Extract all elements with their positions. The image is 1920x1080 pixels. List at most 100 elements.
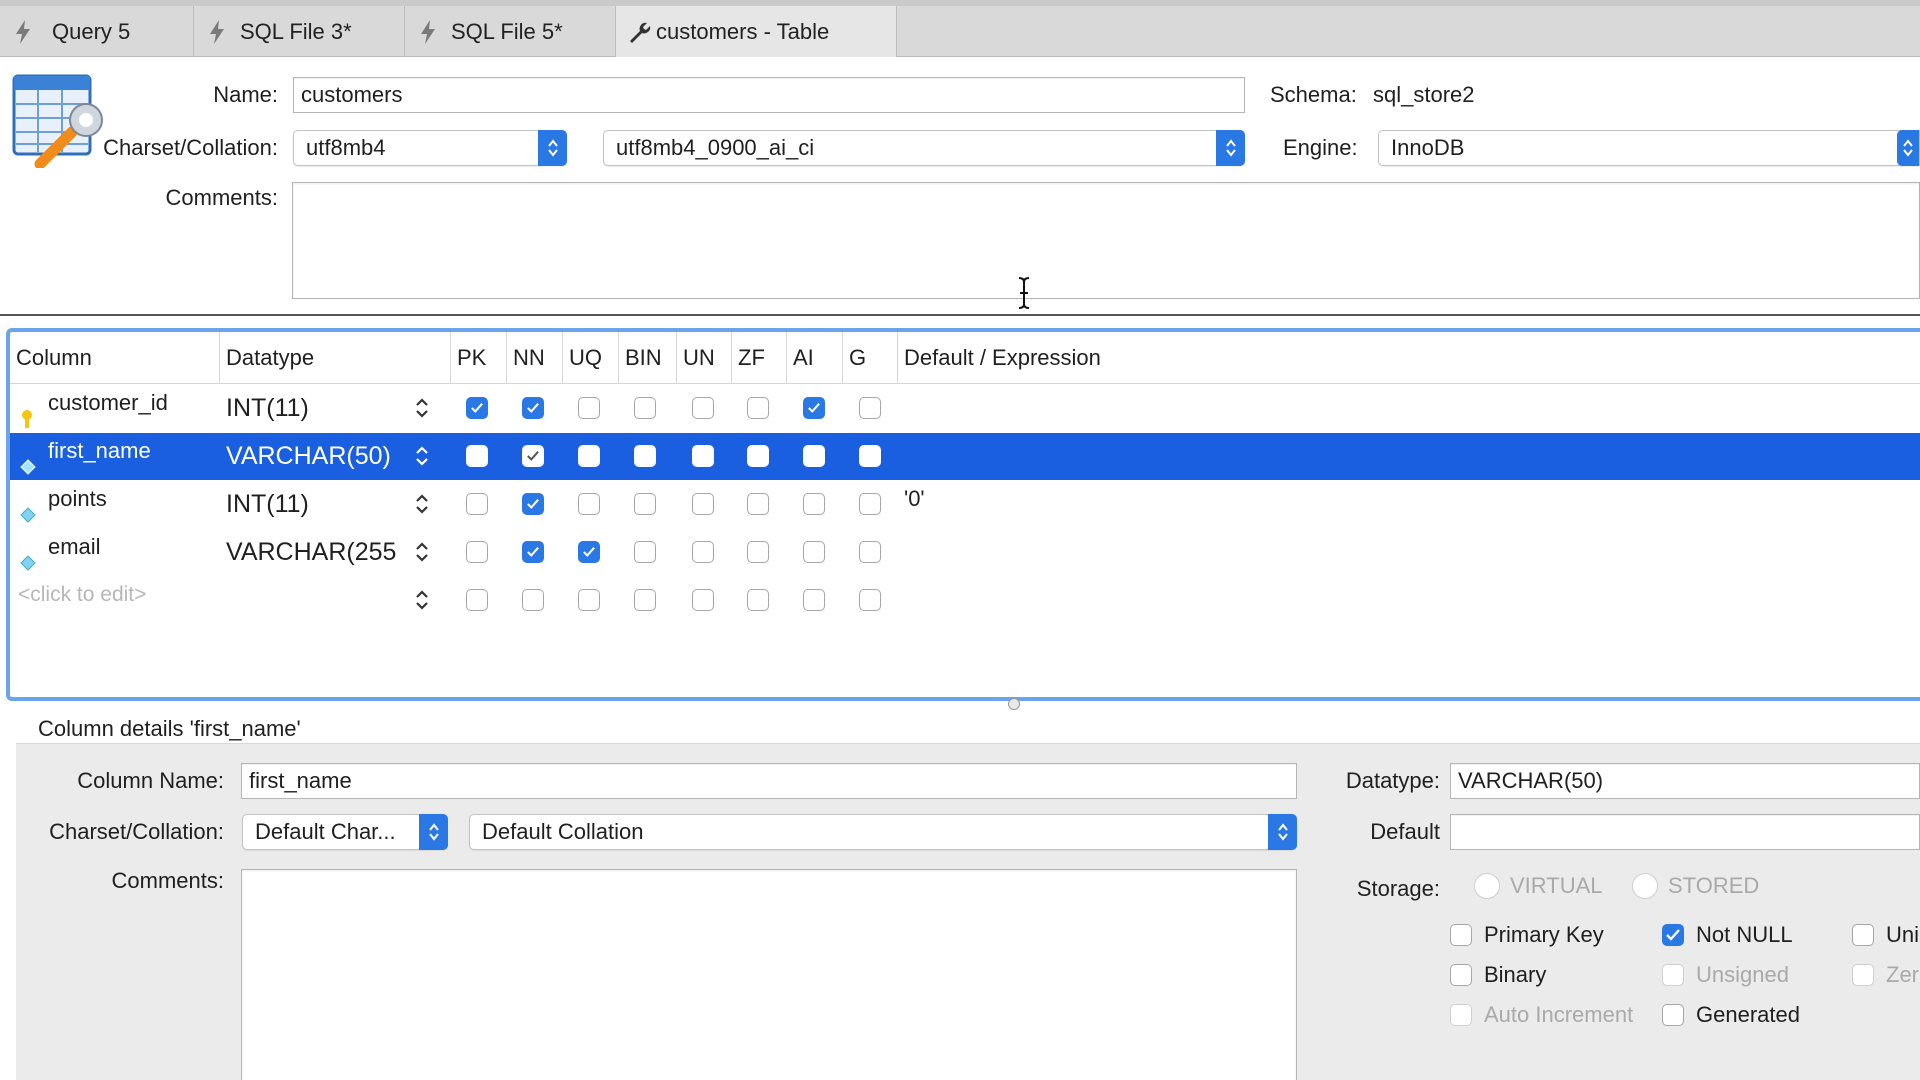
checkbox[interactable] [692,493,714,515]
checkmark-icon[interactable] [522,493,544,515]
table-name-input[interactable]: customers [293,77,1245,113]
checkbox[interactable] [803,541,825,563]
binary-checkbox[interactable]: Binary [1450,962,1546,988]
click-to-edit-placeholder[interactable]: <click to edit> [18,571,146,618]
engine-select[interactable]: InnoDB [1378,130,1920,166]
table-row[interactable]: email VARCHAR(255 [10,529,1920,576]
zerofill-checkbox[interactable]: Zer [1852,962,1919,988]
generated-checkbox[interactable]: Generated [1662,1002,1800,1028]
table-row[interactable]: customer_id INT(11) [10,385,1920,432]
charset-select[interactable]: utf8mb4 [293,130,567,166]
header-zf[interactable]: ZF [732,332,787,384]
datatype-input[interactable]: VARCHAR(50) [1450,763,1920,799]
header-nn[interactable]: NN [507,332,563,384]
tab-label: Query 5 [52,18,131,44]
unique-checkbox[interactable]: Uni [1852,922,1919,948]
checkbox[interactable] [466,445,488,467]
table-comments-textarea[interactable] [292,182,1920,299]
not-null-checkbox[interactable]: Not NULL [1662,922,1793,948]
column-name-cell[interactable]: customer_id [48,379,168,426]
checkmark-icon[interactable] [522,397,544,419]
checkbox[interactable] [692,445,714,467]
checkbox[interactable] [466,541,488,563]
checkbox[interactable] [859,589,881,611]
tab-sql-file-5[interactable]: SQL File 5* [405,6,616,57]
header-ai[interactable]: AI [787,332,843,384]
checkbox[interactable] [803,589,825,611]
tab-customers-table[interactable]: customers - Table [616,6,897,57]
details-charset-select[interactable]: Default Char... [242,814,448,850]
details-collation-select[interactable]: Default Collation [469,814,1297,850]
checkbox[interactable] [859,445,881,467]
header-uq[interactable]: UQ [563,332,619,384]
storage-stored-radio[interactable]: STORED [1632,873,1759,899]
datatype-updown-icon[interactable] [414,491,430,517]
default-input[interactable] [1450,814,1920,850]
checkbox[interactable] [522,589,544,611]
checkbox[interactable] [634,445,656,467]
checkbox[interactable] [859,493,881,515]
header-column[interactable]: Column [10,332,220,384]
new-column-row[interactable]: <click to edit> [10,577,1920,624]
datatype-updown-icon[interactable] [414,395,430,421]
checkbox[interactable] [747,541,769,563]
collation-select[interactable]: utf8mb4_0900_ai_ci [603,130,1245,166]
header-datatype[interactable]: Datatype [220,332,451,384]
header-pk[interactable]: PK [451,332,507,384]
checkbox[interactable] [747,445,769,467]
auto-increment-checkbox[interactable]: Auto Increment [1450,1002,1633,1028]
column-name-cell[interactable]: points [48,475,107,522]
checkbox[interactable] [634,493,656,515]
checkbox[interactable] [747,397,769,419]
datatype-cell[interactable]: VARCHAR(50) [226,433,391,480]
header-g[interactable]: G [843,332,898,384]
checkbox[interactable] [747,589,769,611]
default-expression-cell[interactable]: '0' [904,475,925,522]
header-bin[interactable]: BIN [619,332,677,384]
datatype-updown-icon[interactable] [414,539,430,565]
column-name-cell[interactable]: first_name [48,427,151,474]
checkbox[interactable] [692,589,714,611]
columns-grid[interactable]: Column Datatype PK NN UQ BIN UN ZF AI G … [6,328,1920,701]
checkbox[interactable] [803,493,825,515]
primary-key-checkbox[interactable]: Primary Key [1450,922,1604,948]
splitter-handle[interactable] [1008,698,1020,710]
table-row[interactable]: first_name VARCHAR(50) [10,433,1920,480]
checkbox[interactable] [692,541,714,563]
column-comments-textarea[interactable] [241,869,1297,1080]
checkmark-icon[interactable] [466,397,488,419]
storage-virtual-radio[interactable]: VIRTUAL [1474,873,1603,899]
header-un[interactable]: UN [677,332,732,384]
checkbox[interactable] [859,541,881,563]
checkmark-icon[interactable] [522,541,544,563]
datatype-updown-icon[interactable] [414,443,430,469]
checkbox[interactable] [634,589,656,611]
datatype-updown-icon[interactable] [414,587,430,613]
checkbox[interactable] [634,397,656,419]
checkmark-icon[interactable] [522,445,544,467]
checkbox[interactable] [634,541,656,563]
checkbox[interactable] [578,445,600,467]
checkmark-icon[interactable] [578,541,600,563]
unsigned-checkbox[interactable]: Unsigned [1662,962,1789,988]
checkbox[interactable] [692,397,714,419]
datatype-cell[interactable]: INT(11) [226,385,309,432]
checkbox[interactable] [578,397,600,419]
checkbox[interactable] [578,589,600,611]
tab-query-5[interactable]: Query 5 [0,6,194,57]
tab-sql-file-3[interactable]: SQL File 3* [194,6,405,57]
checkbox[interactable] [747,493,769,515]
checkbox[interactable] [859,397,881,419]
column-name-cell[interactable]: email [48,523,101,570]
checkbox[interactable] [466,493,488,515]
datatype-cell[interactable]: VARCHAR(255 [226,529,396,576]
table-row[interactable]: points INT(11) '0' [10,481,1920,528]
checkmark-icon[interactable] [803,397,825,419]
datatype-cell[interactable]: INT(11) [226,481,309,528]
column-name-input[interactable]: first_name [241,763,1297,799]
checkbox[interactable] [578,493,600,515]
header-default-expression[interactable]: Default / Expression [898,332,1920,384]
checkbox[interactable] [466,589,488,611]
checkbox[interactable] [803,445,825,467]
charset-label: Charset/Collation: [103,135,278,160]
